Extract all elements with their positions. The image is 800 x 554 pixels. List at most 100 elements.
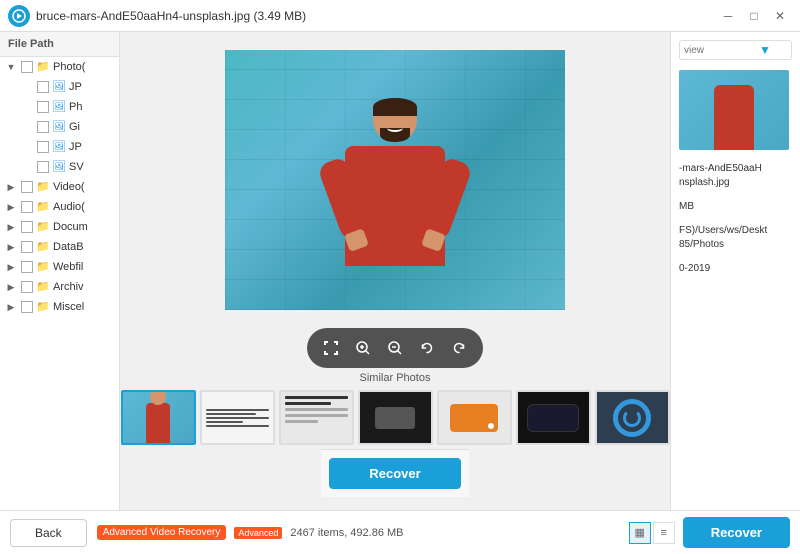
tree-item-audio[interactable]: ▶ 📁 Audio( [0, 197, 119, 217]
thumbnail-3-preview [281, 392, 352, 443]
app-logo [8, 5, 30, 27]
thumbnail-6[interactable] [516, 390, 591, 445]
filter-icon[interactable]: ▼ [759, 43, 771, 57]
folder-icon-videos: 📁 [36, 180, 50, 194]
tree-checkbox-videos[interactable] [21, 181, 33, 193]
tree-expand-jp1 [20, 80, 34, 94]
tree-checkbox-gi1[interactable] [37, 121, 49, 133]
tree-checkbox-archive[interactable] [21, 281, 33, 293]
thumbnail-1[interactable] [121, 390, 196, 445]
tree-checkbox-database[interactable] [21, 241, 33, 253]
main-content: Similar Photos ‹ [120, 32, 800, 510]
tree-label-jp1: JP [69, 81, 82, 93]
tree-checkbox-webfiles[interactable] [21, 261, 33, 273]
tree-label-archive: Archiv [53, 281, 84, 293]
tree-checkbox-audio[interactable] [21, 201, 33, 213]
tree-item-jp2[interactable]: 🖼 JP [0, 137, 119, 157]
tree-expand-archive[interactable]: ▶ [4, 280, 18, 294]
right-search-input[interactable] [684, 45, 759, 56]
thumb1-body [146, 403, 170, 443]
zoom-in-button[interactable] [349, 334, 377, 362]
bottom-bar: Back Advanced Video Recovery Advanced 24… [0, 510, 800, 554]
tree-item-photos[interactable]: ▼ 📁 Photo( [0, 57, 119, 77]
right-thumb-person-body [714, 85, 754, 150]
recover-btn-row: Recover [321, 449, 468, 497]
thumbnail-4[interactable] [358, 390, 433, 445]
tree-item-docs[interactable]: ▶ 📁 Docum [0, 217, 119, 237]
fit-window-button[interactable] [317, 334, 345, 362]
folder-icon-archive: 📁 [36, 280, 50, 294]
tree-item-sv1[interactable]: 🖼 SV [0, 157, 119, 177]
thumbnail-2[interactable] [200, 390, 275, 445]
tree-expand-photos[interactable]: ▼ [4, 60, 18, 74]
tree-expand-videos[interactable]: ▶ [4, 180, 18, 194]
thumb2-line1 [206, 409, 269, 411]
maximize-button[interactable]: □ [742, 4, 766, 28]
tree-item-database[interactable]: ▶ 📁 DataB [0, 237, 119, 257]
recover-preview-button[interactable]: Recover [329, 458, 460, 489]
thumb3-line3 [285, 408, 348, 411]
tree-item-webfiles[interactable]: ▶ 📁 Webfil [0, 257, 119, 277]
tree-expand-docs[interactable]: ▶ [4, 220, 18, 234]
tree-checkbox-jp2[interactable] [37, 141, 49, 153]
similar-photos-row: ‹ [120, 390, 670, 445]
tree-item-ph1[interactable]: 🖼 Ph [0, 97, 119, 117]
tree-expand-misc[interactable]: ▶ [4, 300, 18, 314]
person-arm-left [317, 156, 373, 241]
window-controls: ─ □ ✕ [716, 4, 792, 28]
close-button[interactable]: ✕ [768, 4, 792, 28]
photo-icon-jp2: 🖼 [52, 140, 66, 154]
tree-item-jp1[interactable]: 🖼 JP [0, 77, 119, 97]
bottom-status: Advanced Video Recovery Advanced 2467 it… [97, 525, 619, 540]
tree-checkbox-sv1[interactable] [37, 161, 49, 173]
main-photo [225, 50, 565, 310]
thumbnail-5-preview [439, 392, 510, 443]
tree-label-ph1: Ph [69, 101, 82, 113]
tree-label-photos: Photo( [53, 61, 85, 73]
thumbnail-3[interactable] [279, 390, 354, 445]
main-recover-button[interactable]: Recover [683, 517, 790, 548]
thumbnail-5[interactable] [437, 390, 512, 445]
person-smile [387, 124, 403, 132]
list-view-button[interactable]: ≡ [653, 522, 675, 544]
main-image-container [128, 40, 662, 320]
tree-checkbox-misc[interactable] [21, 301, 33, 313]
tree-checkbox-ph1[interactable] [37, 101, 49, 113]
photo-icon-ph1: 🖼 [52, 100, 66, 114]
tree-expand-gi1 [20, 120, 34, 134]
thumbnail-7[interactable] [595, 390, 670, 445]
photo-icon-sv1: 🖼 [52, 160, 66, 174]
thumbnail-4-preview [360, 392, 431, 443]
tree-checkbox-photos[interactable] [21, 61, 33, 73]
tree-item-gi1[interactable]: 🖼 Gi [0, 117, 119, 137]
preview-area: Similar Photos ‹ [120, 32, 800, 510]
grid-view-button[interactable]: ▦ [629, 522, 651, 544]
rotate-right-button[interactable] [445, 334, 473, 362]
image-preview-section: Similar Photos ‹ [120, 32, 670, 510]
zoom-out-button[interactable] [381, 334, 409, 362]
tree-checkbox-docs[interactable] [21, 221, 33, 233]
thumb2-line5 [206, 425, 269, 427]
minimize-button[interactable]: ─ [716, 4, 740, 28]
person-arm-right [418, 156, 474, 241]
rotate-left-button[interactable] [413, 334, 441, 362]
tree-label-misc: Miscel [53, 301, 84, 313]
advanced-video-badge: Advanced Video Recovery [97, 525, 227, 540]
tree-checkbox-jp1[interactable] [37, 81, 49, 93]
tree-item-misc[interactable]: ▶ 📁 Miscel [0, 297, 119, 317]
tree-item-archive[interactable]: ▶ 📁 Archiv [0, 277, 119, 297]
tree-label-audio: Audio( [53, 201, 85, 213]
bottom-info-text: 2467 items, 492.86 MB [290, 527, 403, 539]
person-head [373, 98, 417, 142]
back-button[interactable]: Back [10, 519, 87, 547]
person-figure [315, 90, 475, 310]
tree-expand-audio[interactable]: ▶ [4, 200, 18, 214]
tree-expand-webfiles[interactable]: ▶ [4, 260, 18, 274]
tree-expand-database[interactable]: ▶ [4, 240, 18, 254]
thumbnails-container [121, 390, 670, 445]
photo-icon-jp1: 🖼 [52, 80, 66, 94]
thumbnail-1-preview [123, 392, 194, 443]
image-controls-toolbar [307, 328, 483, 368]
tree-item-videos[interactable]: ▶ 📁 Video( [0, 177, 119, 197]
similar-photos-section: Similar Photos ‹ [120, 368, 670, 449]
